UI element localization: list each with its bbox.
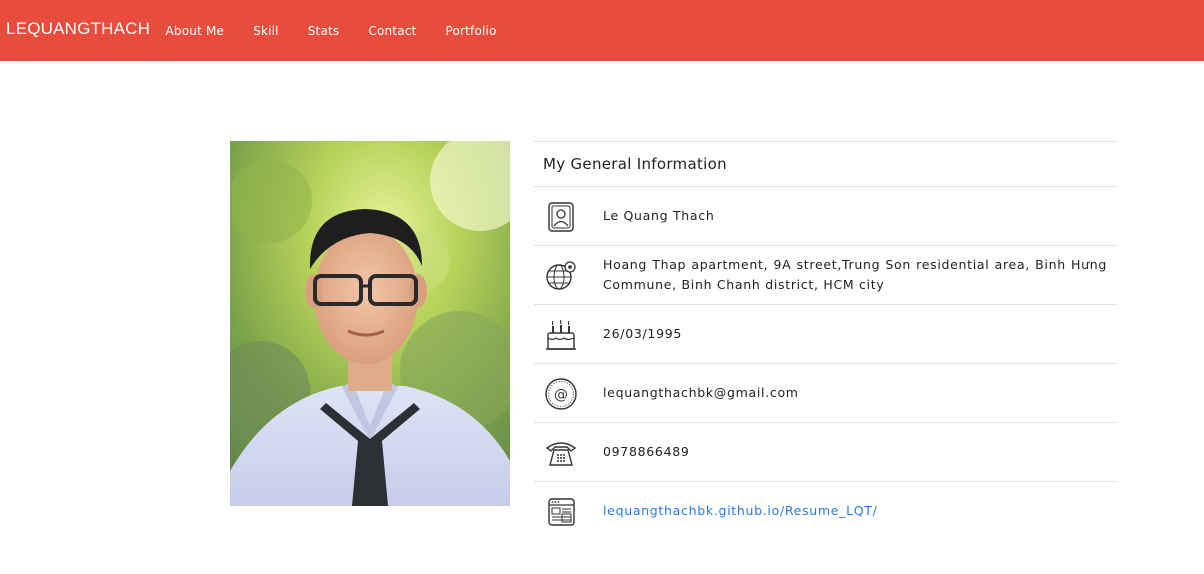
info-email-text: lequangthachbk@gmail.com	[603, 385, 799, 400]
info-row-phone: 0978866489	[534, 423, 1117, 482]
info-name-text: Le Quang Thach	[603, 208, 715, 223]
info-row-email: @ lequangthachbk@gmail.com	[534, 364, 1117, 423]
email-at-icon: @	[545, 378, 577, 410]
nav-link-portfolio[interactable]: Portfolio	[431, 24, 511, 38]
nav-link-contact[interactable]: Contact	[354, 24, 431, 38]
nav-links: About Me Skill Stats Contact Portfolio	[151, 0, 511, 61]
website-icon	[548, 498, 575, 526]
nav-item-stats: Stats	[293, 24, 354, 38]
general-info-panel: My General Information Le Quang Thach Ho…	[534, 141, 1117, 540]
info-birthday-text: 26/03/1995	[603, 326, 683, 341]
info-phone-text: 0978866489	[603, 444, 690, 459]
profile-photo	[230, 141, 510, 506]
general-info-title: My General Information	[534, 141, 1117, 187]
info-row-website: lequangthachbk.github.io/Resume_LQT/	[534, 482, 1117, 540]
info-website-cell: lequangthachbk.github.io/Resume_LQT/	[603, 482, 1107, 540]
website-link[interactable]: lequangthachbk.github.io/Resume_LQT/	[603, 501, 878, 521]
nav-link-skill[interactable]: Skill	[239, 24, 294, 38]
nav-item-portfolio: Portfolio	[431, 24, 511, 38]
brand-logo-link[interactable]: LEQUANGTHACH	[6, 19, 150, 39]
info-row-birthday: 26/03/1995	[534, 305, 1117, 364]
info-address-text: Hoang Thap apartment, 9A street,Trung So…	[603, 257, 1107, 292]
svg-text:@: @	[554, 387, 568, 403]
navbar: LEQUANGTHACH About Me Skill Stats Contac…	[0, 0, 1204, 61]
info-row-address: Hoang Thap apartment, 9A street,Trung So…	[534, 246, 1117, 305]
user-badge-icon	[548, 202, 574, 232]
globe-location-icon	[546, 261, 576, 290]
nav-item-contact: Contact	[354, 24, 431, 38]
nav-link-stats[interactable]: Stats	[293, 24, 354, 38]
nav-item-skill: Skill	[239, 24, 294, 38]
telephone-icon	[545, 442, 577, 466]
info-row-name: Le Quang Thach	[534, 187, 1117, 246]
nav-link-about-me[interactable]: About Me	[151, 24, 239, 38]
nav-item-about: About Me	[151, 24, 239, 38]
birthday-cake-icon	[546, 319, 576, 350]
